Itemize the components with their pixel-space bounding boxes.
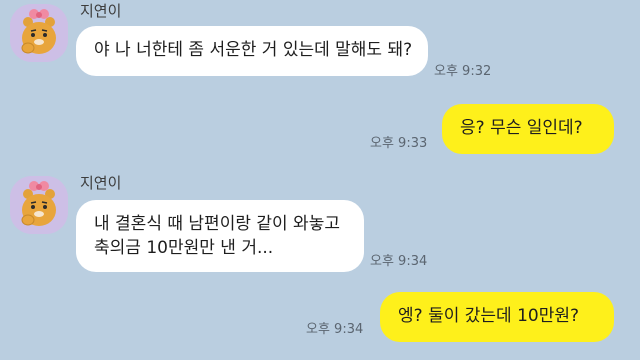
message-bubble[interactable]: 야 나 너한테 좀 서운한 거 있는데 말해도 돼? [76,26,428,76]
message-time: 오후 9:34 [370,254,428,269]
message-time: 오후 9:33 [370,136,428,151]
ryan-character-icon [10,4,68,62]
message-line: 축의금 10만원만 낸 거... [94,238,274,258]
message-time: 오후 9:34 [306,322,364,337]
avatar[interactable] [10,4,68,62]
sender-name: 지연이 [80,174,122,192]
sender-name: 지연이 [80,2,122,20]
message-bubble[interactable]: 응? 무슨 일인데? [442,104,614,154]
message-time: 오후 9:32 [434,64,492,79]
ryan-character-icon [10,176,68,234]
message-bubble[interactable]: 내 결혼식 때 남편이랑 같이 와놓고 축의금 10만원만 낸 거... [76,200,364,272]
avatar[interactable] [10,176,68,234]
message-bubble[interactable]: 엥? 둘이 갔는데 10만원? [380,292,614,342]
